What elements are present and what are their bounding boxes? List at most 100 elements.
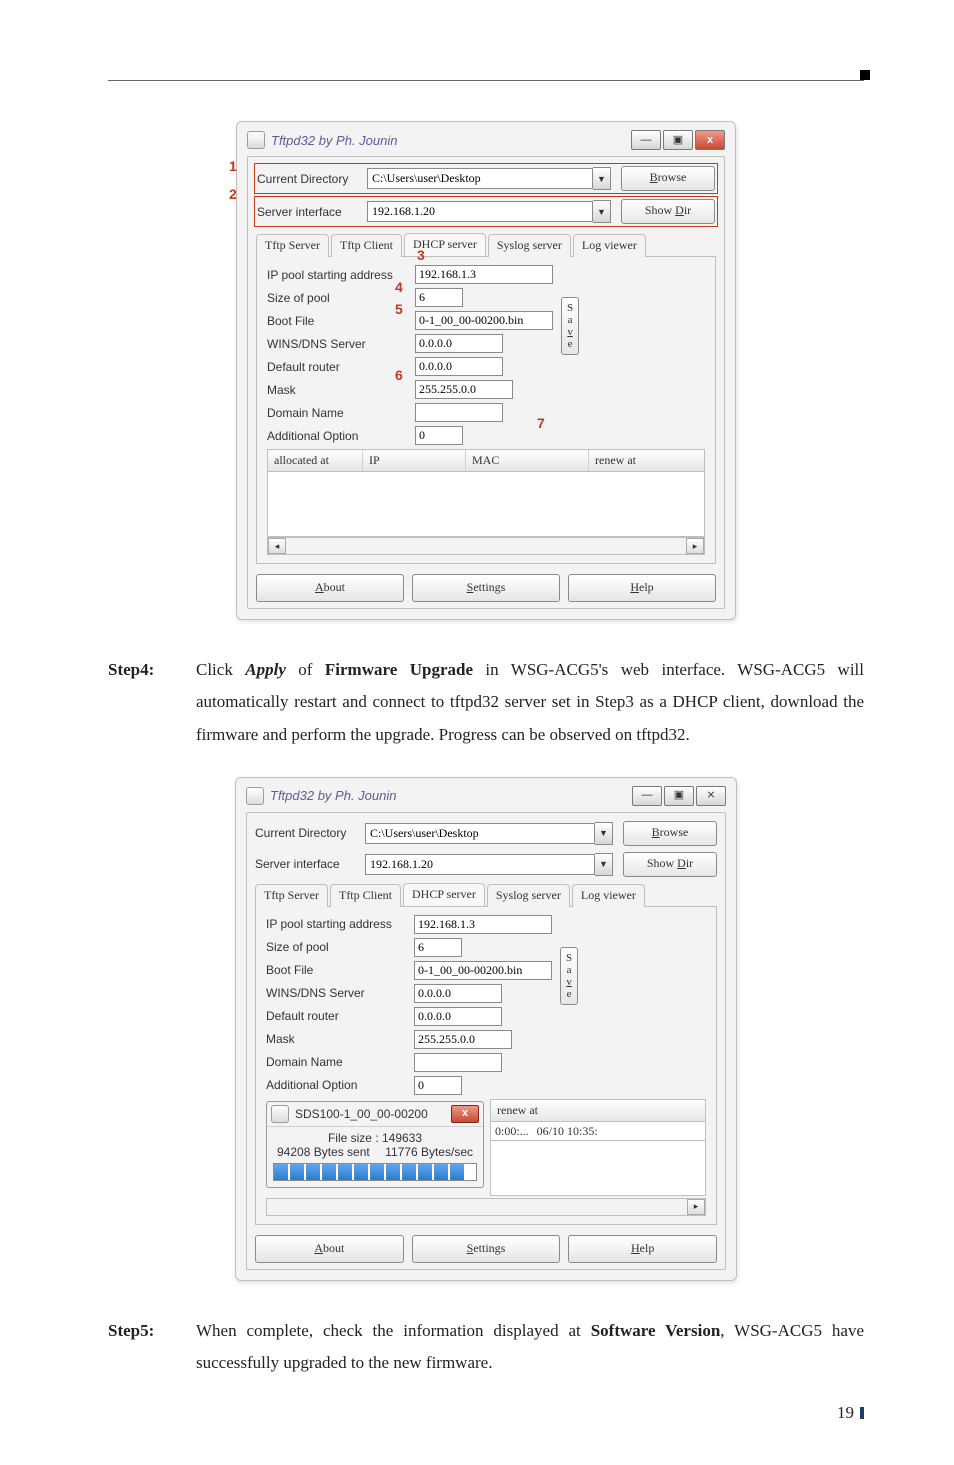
window-close-button[interactable]: ⨯ [696, 786, 726, 806]
default-router-label: Default router [266, 1009, 414, 1023]
lease-table-body [267, 472, 705, 537]
lease-row-date: 06/10 10:35: [533, 1122, 602, 1140]
tab-tftp-server[interactable]: Tftp Server [255, 884, 328, 907]
step4-text: Click Apply of Firmware Upgrade in WSG-A… [196, 654, 864, 751]
dropdown-icon[interactable]: ▼ [595, 822, 613, 845]
server-interface-dropdown-icon[interactable]: ▼ [593, 200, 611, 223]
page-number: 19 [837, 1403, 864, 1423]
tab-tftp-server[interactable]: Tftp Server [256, 234, 329, 257]
tab-syslog-server[interactable]: Syslog server [487, 884, 570, 907]
window-max-button[interactable]: ▣ [664, 786, 694, 806]
col-ip: IP [363, 450, 466, 471]
tftpd32-screenshot-1: 1 2 Tftpd32 by Ph. Jounin — ▣ x Current … [236, 121, 736, 620]
annotation-4: 4 [395, 279, 403, 295]
window-title: Tftpd32 by Ph. Jounin [270, 788, 396, 803]
current-directory-label: Current Directory [255, 826, 365, 840]
about-button[interactable]: About [255, 1235, 404, 1263]
step5-label: Step5: [108, 1315, 196, 1380]
default-router-input[interactable] [415, 357, 503, 376]
tftpd32-screenshot-2: Tftpd32 by Ph. Jounin — ▣ ⨯ Current Dire… [235, 777, 737, 1281]
save-button[interactable]: Save [561, 297, 579, 355]
default-router-label: Default router [267, 360, 415, 374]
ip-pool-start-label: IP pool starting address [266, 917, 414, 931]
settings-button[interactable]: Settings [412, 574, 560, 602]
show-dir-button[interactable]: Show Dir [621, 199, 715, 224]
tab-log-viewer[interactable]: Log viewer [572, 884, 645, 907]
size-of-pool-label: Size of pool [267, 291, 415, 305]
ip-pool-start-label: IP pool starting address [267, 268, 415, 282]
show-dir-button[interactable]: Show Dir [623, 852, 717, 877]
wins-dns-label: WINS/DNS Server [267, 337, 415, 351]
annotation-6: 6 [395, 367, 403, 383]
current-directory-label: Current Directory [257, 172, 367, 186]
ip-pool-start-input[interactable] [415, 265, 553, 284]
dropdown-icon[interactable]: ▼ [595, 853, 613, 876]
tab-tftp-client[interactable]: Tftp Client [330, 884, 401, 907]
popup-close-button[interactable]: x [451, 1105, 479, 1123]
window-close-button[interactable]: x [695, 130, 725, 150]
mask-label: Mask [267, 383, 415, 397]
domain-name-label: Domain Name [267, 406, 415, 420]
settings-button[interactable]: Settings [412, 1235, 561, 1263]
window-title: Tftpd32 by Ph. Jounin [271, 133, 397, 148]
horizontal-scrollbar[interactable]: ◂ ▸ [267, 537, 705, 555]
scroll-right-icon[interactable]: ▸ [687, 1199, 705, 1215]
save-button[interactable]: Save [560, 947, 578, 1005]
wins-dns-input[interactable] [414, 984, 502, 1003]
server-interface-input[interactable] [367, 201, 593, 222]
domain-name-input[interactable] [415, 403, 503, 422]
window-max-button[interactable]: ▣ [663, 130, 693, 150]
annotation-2: 2 [229, 186, 237, 202]
tab-dhcp-server[interactable]: DHCP server [403, 883, 485, 906]
col-mac: MAC [466, 450, 589, 471]
server-interface-label: Server interface [257, 205, 367, 219]
step4-label: Step4: [108, 654, 196, 751]
step4-block: Step4: Click Apply of Firmware Upgrade i… [108, 654, 864, 751]
size-of-pool-input[interactable] [415, 288, 463, 307]
boot-file-input[interactable] [415, 311, 553, 330]
mask-label: Mask [266, 1032, 414, 1046]
current-directory-dropdown-icon[interactable]: ▼ [593, 167, 611, 190]
annotation-7: 7 [537, 415, 545, 431]
tab-log-viewer[interactable]: Log viewer [573, 234, 646, 257]
default-router-input[interactable] [414, 1007, 502, 1026]
popup-title: SDS100-1_00_00-00200 [295, 1107, 428, 1121]
scroll-left-icon[interactable]: ◂ [268, 538, 286, 554]
bytes-sent-text: 94208 Bytes sent [277, 1145, 370, 1159]
window-min-button[interactable]: — [631, 130, 661, 150]
col-renew-at: renew at [491, 1100, 705, 1121]
mask-input[interactable] [415, 380, 513, 399]
step5-block: Step5: When complete, check the informat… [108, 1315, 864, 1380]
step5-text: When complete, check the information dis… [196, 1315, 864, 1380]
tab-tftp-client[interactable]: Tftp Client [331, 234, 402, 257]
help-button[interactable]: Help [568, 1235, 717, 1263]
horizontal-scrollbar[interactable]: ▸ [266, 1198, 706, 1216]
app-icon [271, 1105, 289, 1123]
additional-option-input[interactable] [415, 426, 463, 445]
ip-pool-start-input[interactable] [414, 915, 552, 934]
wins-dns-input[interactable] [415, 334, 503, 353]
size-of-pool-input[interactable] [414, 938, 462, 957]
about-button[interactable]: About [256, 574, 404, 602]
progress-bar [273, 1163, 477, 1181]
boot-file-input[interactable] [414, 961, 552, 980]
current-directory-input[interactable] [367, 168, 593, 189]
page-corner-mark [860, 70, 870, 80]
col-allocated-at: allocated at [268, 450, 363, 471]
scroll-right-icon[interactable]: ▸ [686, 538, 704, 554]
current-directory-input[interactable] [365, 823, 595, 844]
tab-bar: Tftp Server Tftp Client DHCP server Sysl… [256, 233, 716, 257]
server-interface-input[interactable] [365, 854, 595, 875]
window-min-button[interactable]: — [632, 786, 662, 806]
browse-button[interactable]: Browse [623, 821, 717, 846]
tab-syslog-server[interactable]: Syslog server [488, 234, 571, 257]
mask-input[interactable] [414, 1030, 512, 1049]
boot-file-label: Boot File [267, 314, 415, 328]
browse-button[interactable]: Browse [621, 166, 715, 191]
domain-name-input[interactable] [414, 1053, 502, 1072]
transfer-rate-text: 11776 Bytes/sec [385, 1145, 473, 1159]
help-button[interactable]: Help [568, 574, 716, 602]
additional-option-input[interactable] [414, 1076, 462, 1095]
file-size-text: File size : 149633 [267, 1127, 483, 1145]
annotation-5: 5 [395, 301, 403, 317]
